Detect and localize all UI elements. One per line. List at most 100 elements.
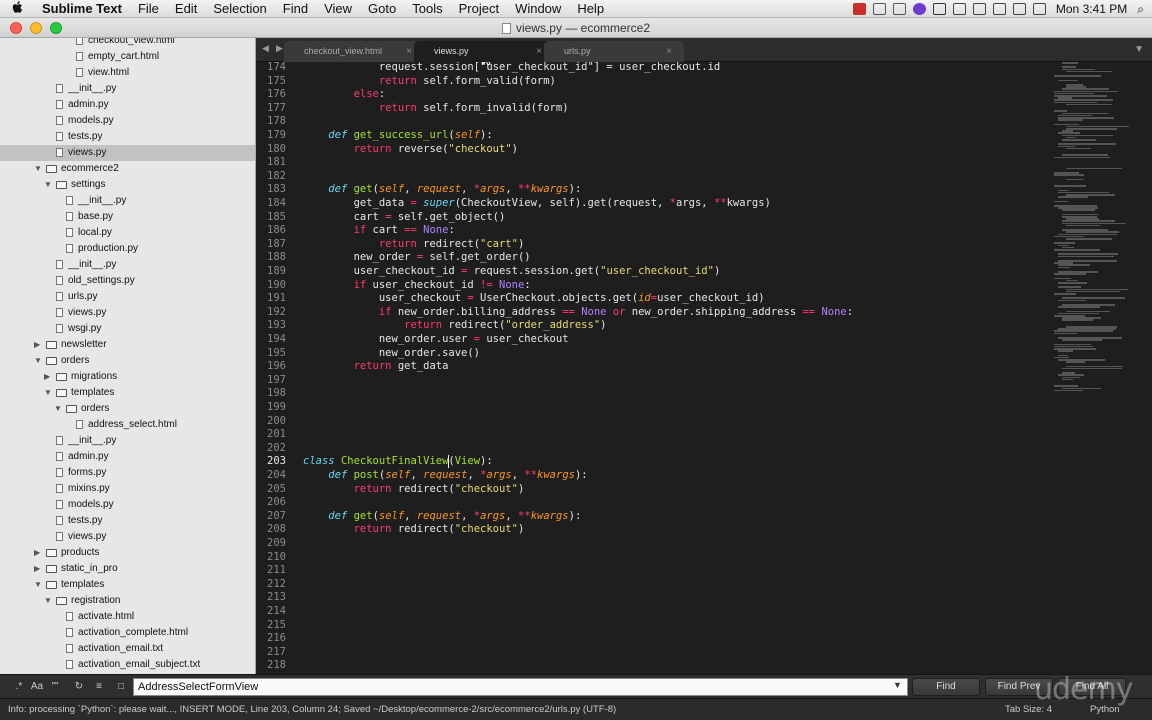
disclosure-open-icon[interactable]: ▼ [44, 593, 52, 609]
case-toggle[interactable]: Aa [28, 679, 46, 695]
disclosure-open-icon[interactable]: ▼ [34, 161, 42, 177]
disclosure-closed-icon[interactable]: ▶ [34, 561, 40, 577]
in-selection-toggle[interactable]: ≡ [90, 679, 108, 695]
sidebar-file[interactable]: wsgi.py [0, 321, 255, 337]
code-token: ): [480, 455, 493, 468]
sidebar-folder[interactable]: ▶ static_in_pro [0, 561, 255, 577]
disclosure-open-icon[interactable]: ▼ [34, 577, 42, 593]
whole-word-toggle[interactable]: "" [46, 679, 64, 695]
menu-goto[interactable]: Goto [360, 0, 404, 18]
menu-file[interactable]: File [130, 0, 167, 18]
notification-icon[interactable] [872, 3, 886, 15]
sidebar-folder[interactable]: ▼ ecommerce2 [0, 161, 255, 177]
sidebar-folder[interactable]: ▶ products [0, 545, 255, 561]
close-window-button[interactable] [10, 22, 22, 34]
code-area[interactable]: request.session["user_checkout_id"] = us… [303, 62, 1043, 674]
menu-sublime-text[interactable]: Sublime Text [34, 0, 130, 18]
sidebar-file[interactable]: activation_complete.html [0, 625, 255, 641]
sidebar-file[interactable]: mixins.py [0, 481, 255, 497]
minimize-window-button[interactable] [30, 22, 42, 34]
clock[interactable]: Mon 3:41 PM [1056, 2, 1127, 16]
sidebar-file[interactable]: models.py [0, 497, 255, 513]
tab-close-icon[interactable]: × [536, 41, 542, 62]
sidebar-folder[interactable]: ▼ registration [0, 593, 255, 609]
sidebar-folder[interactable]: ▼ templates [0, 577, 255, 593]
disclosure-closed-icon[interactable]: ▶ [34, 337, 40, 353]
sidebar-folder[interactable]: ▶ newsletter [0, 337, 255, 353]
tab-prev-icon[interactable]: ◀ [262, 43, 269, 54]
sidebar-file[interactable]: old_settings.py [0, 273, 255, 289]
sidebar-file[interactable]: activation_email_subject.txt [0, 657, 255, 673]
sidebar-file[interactable]: local.py [0, 225, 255, 241]
tab-close-icon[interactable]: × [666, 41, 672, 62]
menu-find[interactable]: Find [275, 0, 316, 18]
sidebar-folder[interactable]: ▼ templates [0, 385, 255, 401]
sidebar-file[interactable]: urls.py [0, 289, 255, 305]
sidebar-file[interactable]: views.py [0, 145, 255, 161]
sidebar-file[interactable]: models.py [0, 113, 255, 129]
disclosure-open-icon[interactable]: ▼ [34, 353, 42, 369]
sidebar-folder[interactable]: ▶ migrations [0, 369, 255, 385]
sidebar-file[interactable]: tests.py [0, 513, 255, 529]
zoom-window-button[interactable] [50, 22, 62, 34]
recording-icon[interactable] [852, 3, 866, 15]
creative-cloud-icon[interactable] [912, 3, 926, 15]
upload-icon[interactable] [892, 3, 906, 15]
sidebar-file[interactable]: views.py [0, 529, 255, 545]
wifi-icon[interactable] [1012, 3, 1026, 15]
sidebar-file[interactable]: view.html [0, 65, 255, 81]
sidebar-file[interactable]: views.py [0, 305, 255, 321]
sidebar-file[interactable]: admin.py [0, 97, 255, 113]
menu-view[interactable]: View [316, 0, 360, 18]
sidebar-file[interactable]: forms.py [0, 465, 255, 481]
sidebar-file[interactable]: production.py [0, 241, 255, 257]
sidebar-file[interactable]: __init__.py [0, 433, 255, 449]
menu-help[interactable]: Help [569, 0, 612, 18]
disclosure-open-icon[interactable]: ▼ [44, 385, 52, 401]
regex-toggle[interactable]: .* [10, 679, 28, 695]
disclosure-open-icon[interactable]: ▼ [44, 177, 52, 193]
tab-views-py[interactable]: views.py × [414, 41, 554, 62]
sidebar-folder[interactable]: ▼ orders [0, 401, 255, 417]
tab-close-icon[interactable]: × [406, 41, 412, 62]
tab-next-icon[interactable]: ▶ [276, 43, 283, 54]
sidebar-file[interactable]: empty_cart.html [0, 49, 255, 65]
sidebar-file[interactable]: admin.py [0, 449, 255, 465]
sidebar-file[interactable]: __init__.py [0, 193, 255, 209]
chevron-down-icon[interactable]: ▼ [893, 680, 902, 690]
tab-checkout-view-html[interactable]: checkout_view.html × [284, 41, 424, 62]
sidebar-file[interactable]: address_select.html [0, 417, 255, 433]
tab-urls-py[interactable]: urls.py × [544, 41, 684, 62]
sidebar-folder[interactable]: ▼ orders [0, 353, 255, 369]
sidebar-file[interactable]: checkout_view.html [0, 38, 255, 49]
highlight-toggle[interactable]: □ [112, 679, 130, 695]
apple-logo-icon[interactable] [0, 0, 34, 17]
minimap[interactable] [1054, 62, 1134, 402]
menu-tools[interactable]: Tools [404, 0, 450, 18]
disclosure-closed-icon[interactable]: ▶ [44, 369, 50, 385]
volume-icon[interactable] [1032, 3, 1046, 15]
sidebar-file[interactable]: __init__.py [0, 81, 255, 97]
menu-project[interactable]: Project [451, 0, 507, 18]
sidebar-file[interactable]: activation_email.txt [0, 641, 255, 657]
menu-window[interactable]: Window [507, 0, 569, 18]
sidebar-file[interactable]: tests.py [0, 129, 255, 145]
sidebar-folder[interactable]: ▼ settings [0, 177, 255, 193]
sidebar-file[interactable]: activate.html [0, 609, 255, 625]
menu-selection[interactable]: Selection [205, 0, 274, 18]
browser-icon[interactable] [932, 3, 946, 15]
bluetooth-icon[interactable] [972, 3, 986, 15]
disclosure-open-icon[interactable]: ▼ [54, 401, 62, 417]
sidebar-file[interactable]: __init__.py [0, 257, 255, 273]
time-machine-icon[interactable] [952, 3, 966, 15]
sidebar-file[interactable]: base.py [0, 209, 255, 225]
spotlight-search-icon[interactable]: ⌕ [1137, 2, 1144, 17]
wrap-toggle[interactable]: ↻ [70, 679, 88, 695]
code-editor[interactable]: 174 175 176 177 178 179 180 181 182 183 184 185 186 1… [256, 62, 1152, 674]
tab-menu-icon[interactable]: ▼ [1134, 44, 1144, 55]
disclosure-closed-icon[interactable]: ▶ [34, 545, 40, 561]
menu-edit[interactable]: Edit [167, 0, 205, 18]
battery-icon[interactable] [992, 3, 1006, 15]
find-input[interactable] [133, 678, 908, 696]
find-button[interactable]: Find [912, 678, 980, 696]
